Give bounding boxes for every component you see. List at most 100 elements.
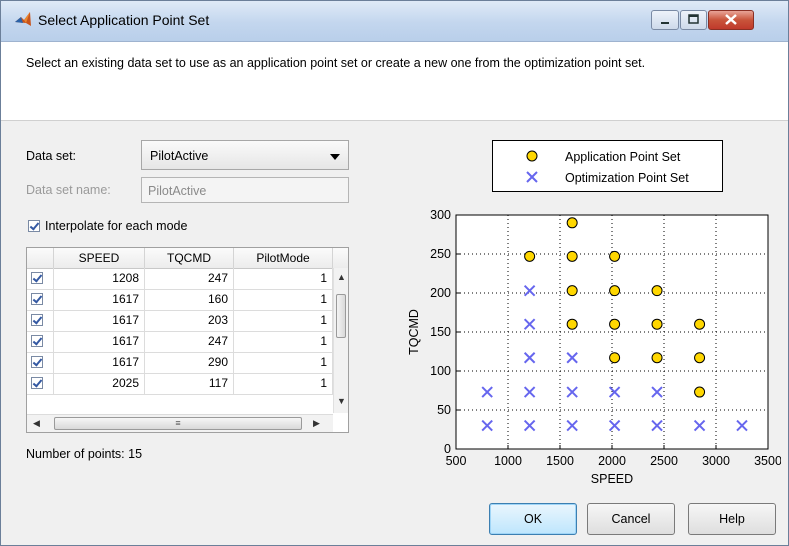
tqcmd-cell[interactable]: 117 <box>145 373 234 394</box>
pilotmode-cell[interactable]: 1 <box>234 289 333 310</box>
table-row[interactable]: 1617 247 1 <box>27 331 333 353</box>
cancel-button[interactable]: Cancel <box>587 503 675 535</box>
pilotmode-cell[interactable]: 1 <box>234 268 333 289</box>
application-point <box>609 352 621 364</box>
dropdown-arrow-icon <box>330 154 340 160</box>
interpolate-checkbox[interactable] <box>28 220 40 232</box>
legend-entry-application: Application Point Set <box>565 150 681 164</box>
help-button[interactable]: Help <box>688 503 776 535</box>
data-set-value: PilotActive <box>150 149 209 163</box>
data-set-label: Data set: <box>26 149 77 163</box>
maximize-icon <box>688 14 699 24</box>
tqcmd-cell[interactable]: 160 <box>145 289 234 310</box>
row-checkbox[interactable] <box>31 293 43 305</box>
y-tick-label: 300 <box>430 208 451 222</box>
table-row[interactable]: 1617 290 1 <box>27 352 333 374</box>
row-select-cell <box>27 352 54 373</box>
vertical-scroll-thumb[interactable] <box>336 294 346 338</box>
tqcmd-cell[interactable]: 247 <box>145 268 234 289</box>
tqcmd-cell[interactable]: 203 <box>145 310 234 331</box>
application-point <box>566 285 578 297</box>
column-header-speed[interactable]: SPEED <box>54 248 145 268</box>
y-tick-label: 100 <box>430 364 451 378</box>
row-select-cell <box>27 289 54 310</box>
legend-x-marker-icon <box>526 171 538 183</box>
pilotmode-cell[interactable]: 1 <box>234 310 333 331</box>
scroll-up-arrow-icon[interactable]: ▲ <box>337 272 346 282</box>
application-point <box>566 250 578 262</box>
ok-button[interactable]: OK <box>489 503 577 535</box>
row-checkbox[interactable] <box>31 356 43 368</box>
x-tick-label: 2500 <box>650 454 678 468</box>
y-tick-label: 0 <box>444 442 451 456</box>
title-bar[interactable]: Select Application Point Set <box>1 1 788 42</box>
column-header-tqcmd[interactable]: TQCMD <box>145 248 234 268</box>
pilotmode-cell[interactable]: 1 <box>234 331 333 352</box>
table-row[interactable]: 2025 117 1 <box>27 373 333 395</box>
tqcmd-cell[interactable]: 247 <box>145 331 234 352</box>
scroll-right-arrow-icon[interactable]: ▶ <box>313 418 320 429</box>
application-point <box>566 318 578 330</box>
speed-cell[interactable]: 1617 <box>54 331 145 352</box>
horizontal-scroll-thumb[interactable]: ≡ <box>54 417 302 430</box>
speed-cell[interactable]: 1617 <box>54 352 145 373</box>
header-select-column <box>27 248 54 268</box>
speed-cell[interactable]: 2025 <box>54 373 145 394</box>
maximize-button[interactable] <box>680 10 707 30</box>
y-tick-label: 200 <box>430 286 451 300</box>
application-point <box>566 217 578 229</box>
column-header-pilotmode[interactable]: PilotMode <box>234 248 333 268</box>
scroll-left-arrow-icon[interactable]: ◀ <box>33 418 40 429</box>
data-set-name-field: PilotActive <box>141 177 349 203</box>
table-horizontal-scrollbar[interactable]: ◀ ≡ ▶ <box>27 414 333 432</box>
legend-entry-optimization: Optimization Point Set <box>565 171 689 185</box>
row-checkbox[interactable] <box>31 377 43 389</box>
data-set-dropdown[interactable]: PilotActive <box>141 140 349 170</box>
scatter-chart: 500 1000 1500 2000 2500 3000 3500 0 50 100 150 200 2… <box>407 208 781 486</box>
speed-cell[interactable]: 1617 <box>54 289 145 310</box>
table-row[interactable]: 1617 160 1 <box>27 289 333 311</box>
close-icon <box>725 14 737 25</box>
application-point <box>609 250 621 262</box>
row-checkbox[interactable] <box>31 314 43 326</box>
tqcmd-cell[interactable]: 290 <box>145 352 234 373</box>
matlab-icon <box>15 12 31 26</box>
row-select-cell <box>27 310 54 331</box>
application-point <box>651 352 663 364</box>
table-vertical-scrollbar[interactable]: ▲ ▼ <box>333 268 348 413</box>
table-row[interactable]: 1208 247 1 <box>27 268 333 290</box>
pilotmode-cell[interactable]: 1 <box>234 352 333 373</box>
row-select-cell <box>27 373 54 394</box>
row-checkbox[interactable] <box>31 335 43 347</box>
application-point <box>651 285 663 297</box>
application-point <box>694 386 706 398</box>
row-checkbox[interactable] <box>31 272 43 284</box>
y-tick-label: 250 <box>430 247 451 261</box>
y-tick-label: 50 <box>437 403 451 417</box>
minimize-icon <box>661 22 669 24</box>
x-tick-label: 1000 <box>494 454 522 468</box>
application-point <box>524 250 536 262</box>
x-tick-label: 3000 <box>702 454 730 468</box>
pilotmode-cell[interactable]: 1 <box>234 373 333 394</box>
x-tick-label: 500 <box>446 454 467 468</box>
speed-cell[interactable]: 1617 <box>54 310 145 331</box>
chart-legend: Application Point Set Optimization Point… <box>492 140 723 192</box>
y-tick-label: 150 <box>430 325 451 339</box>
dialog-window: Select Application Point Set Select an e… <box>0 0 789 546</box>
scroll-down-arrow-icon[interactable]: ▼ <box>337 396 346 406</box>
speed-cell[interactable]: 1208 <box>54 268 145 289</box>
table-row[interactable]: 1617 203 1 <box>27 310 333 332</box>
row-select-cell <box>27 331 54 352</box>
x-tick-label: 1500 <box>546 454 574 468</box>
row-select-cell <box>27 268 54 289</box>
points-count-label: Number of points: 15 <box>26 447 143 461</box>
interpolate-label: Interpolate for each mode <box>45 219 188 233</box>
application-point <box>609 285 621 297</box>
data-set-name-value: PilotActive <box>148 184 207 198</box>
application-point <box>609 318 621 330</box>
application-point <box>694 318 706 330</box>
minimize-button[interactable] <box>651 10 679 30</box>
table-header: SPEED TQCMD PilotMode <box>27 248 348 269</box>
close-button[interactable] <box>708 10 754 30</box>
